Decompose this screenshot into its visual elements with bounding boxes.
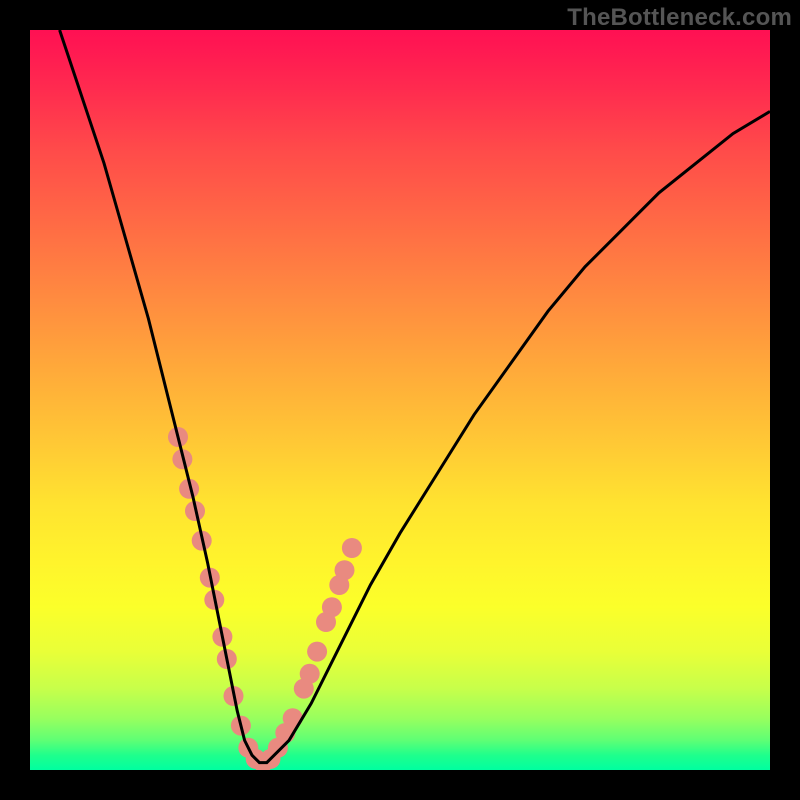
chart-svg: [30, 30, 770, 770]
marker-dot: [300, 664, 320, 684]
marker-dot: [307, 642, 327, 662]
watermark-text: TheBottleneck.com: [567, 4, 792, 32]
marker-dot: [322, 597, 342, 617]
chart-plot-area: [30, 30, 770, 770]
chart-frame: TheBottleneck.com: [0, 0, 800, 800]
markers-group: [168, 427, 362, 770]
curve-path: [60, 30, 770, 763]
marker-dot: [342, 538, 362, 558]
marker-dot: [335, 560, 355, 580]
